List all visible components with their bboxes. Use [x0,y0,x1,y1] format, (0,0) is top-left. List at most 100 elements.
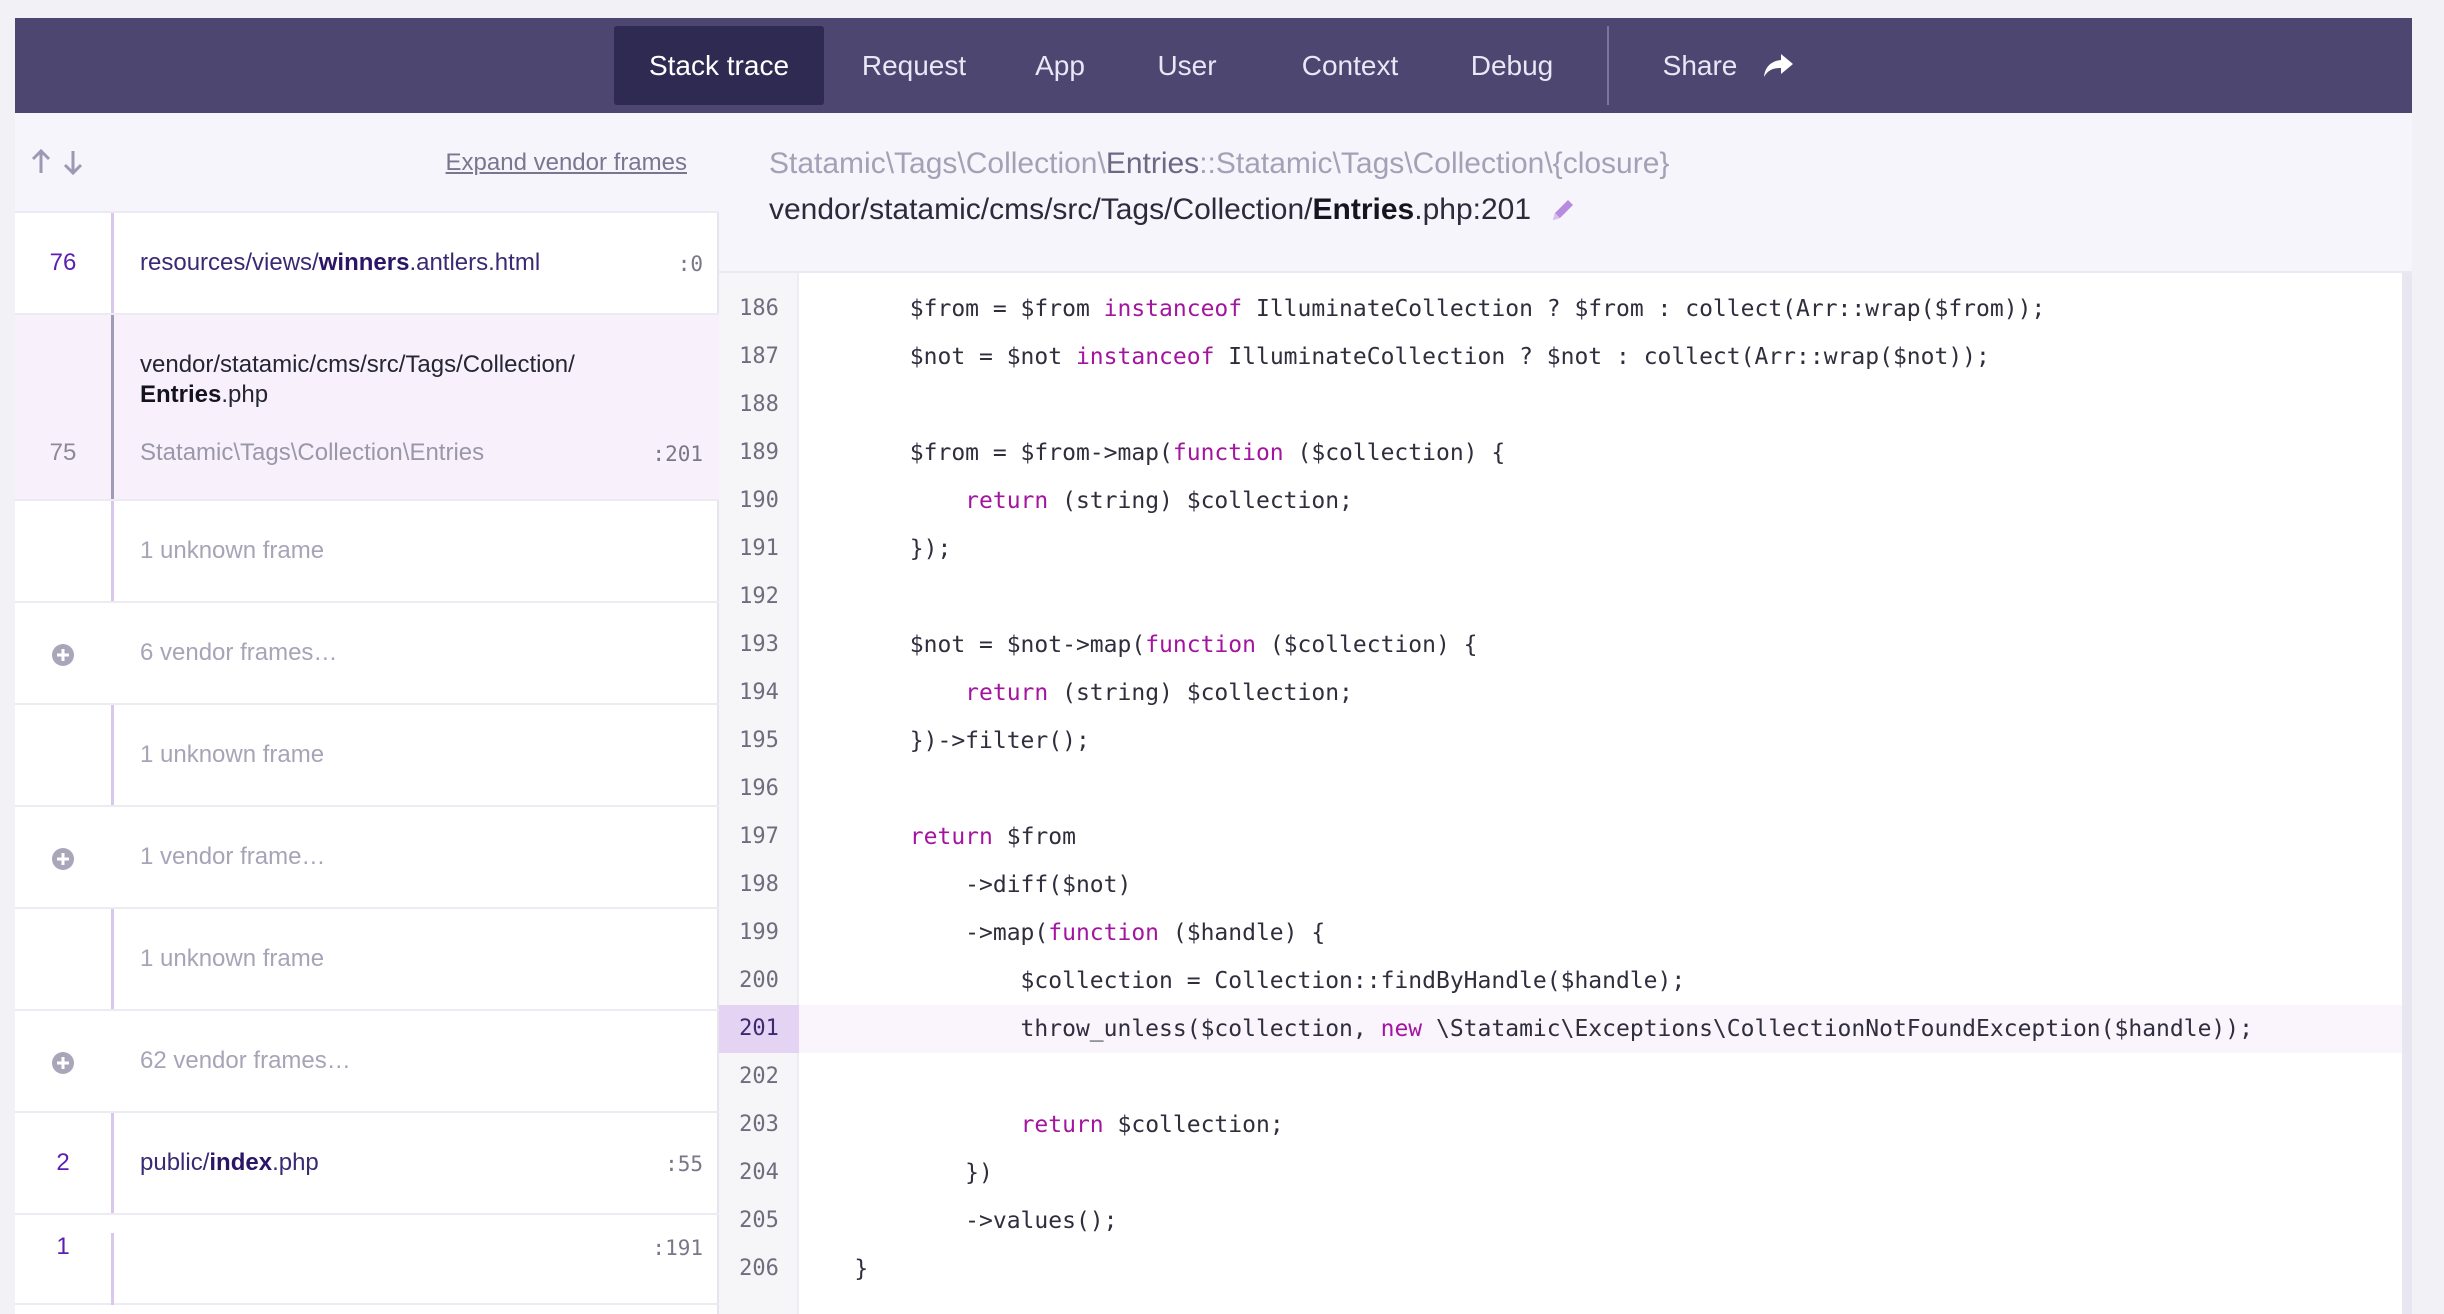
line-number: 205 [739,1208,779,1233]
unknown-frame: 1 unknown frame [15,501,719,603]
line-number: 194 [739,680,779,705]
frame-number: 1 [56,1233,70,1260]
code-line: $not = $not instanceof IlluminateCollect… [799,344,1990,370]
tab-request[interactable]: Request [844,26,984,105]
tab-debug[interactable]: Debug [1463,26,1561,105]
line-number-gutter: 186 187 188 189 190 191 192 193 194 195 196 197 198 1… [719,273,799,1314]
line-number: 206 [739,1256,779,1281]
code-line: return $from [909,824,1076,850]
line-number: 203 [739,1112,779,1137]
vendor-frames-group[interactable]: 1 vendor frame… [15,807,719,909]
plus-circle-icon[interactable] [51,847,75,871]
plus-circle-icon[interactable] [51,643,75,667]
frame-file-path: vendor/statamic/cms/src/Tags/Collection/… [769,193,1577,227]
unknown-frame-label: 1 unknown frame [140,537,325,564]
vendor-frames-label: 62 vendor frames… [140,1047,351,1074]
line-number: 198 [739,872,779,897]
tab-context[interactable]: Context [1285,26,1415,105]
line-number: 200 [739,968,779,993]
line-number: 197 [739,824,779,849]
code-line: ->values(); [799,1208,1118,1234]
stack-frame-76[interactable]: 76 resources/views/winners.antlers.html … [15,213,719,315]
plus-circle-icon[interactable] [51,1051,75,1075]
unknown-frame-label: 1 unknown frame [140,945,325,972]
frame-line: :191 [652,1236,703,1260]
line-number: 189 [739,440,779,465]
expand-vendor-frames-link[interactable]: Expand vendor frames [446,149,687,177]
stack-frame-1[interactable]: 1 :191 [15,1215,719,1305]
code-line: $collection = Collection::findByHandle($… [799,968,1686,994]
line-number: 195 [739,728,779,753]
frame-class: Statamic\Tags\Collection\Entries [140,439,485,466]
line-number: 191 [739,536,779,561]
code-line: ->map(function ($handle) { [799,920,1326,946]
frame-path-line2: Entries.php [140,381,269,408]
tab-user[interactable]: User [1145,26,1229,105]
stack-frames-panel: Expand vendor frames 76 resources/views/… [15,113,719,1314]
code-line: })->filter(); [799,728,1090,754]
code-line: $from = $from instanceof IlluminateColle… [799,296,2046,322]
line-number: 188 [739,392,779,417]
code-panel: Statamic\Tags\Collection\Entries::Statam… [719,113,2412,1314]
frame-path: resources/views/winners.antlers.html [140,249,541,276]
frame-number: 2 [56,1149,70,1176]
frame-header: Statamic\Tags\Collection\Entries::Statam… [719,113,2412,273]
tab-app[interactable]: App [1020,26,1100,105]
vendor-frames-label: 1 vendor frame… [140,843,326,870]
share-button[interactable]: Share [1649,26,1809,105]
code-scrollbar[interactable] [2402,273,2412,1314]
line-number: 202 [739,1064,779,1089]
unknown-frame: 1 unknown frame [15,705,719,807]
code-viewer[interactable]: $from = $from instanceof IlluminateColle… [799,273,2412,1314]
stack-frame-75-selected[interactable]: vendor/statamic/cms/src/Tags/Collection/… [15,315,719,501]
code-line: return $collection; [1020,1112,1284,1138]
line-number: 196 [739,776,779,801]
line-number: 204 [739,1160,779,1185]
frame-path-line1: vendor/statamic/cms/src/Tags/Collection/ [140,351,575,378]
code-line: $not = $not->map(function ($collection) … [799,632,1478,658]
vendor-frames-label: 6 vendor frames… [140,639,338,666]
line-number: 187 [739,344,779,369]
stack-header: Expand vendor frames [15,113,719,213]
unknown-frame-label: 1 unknown frame [140,741,325,768]
vendor-frames-group[interactable]: 62 vendor frames… [15,1011,719,1113]
arrow-down-icon[interactable] [61,147,85,177]
tab-bar: Stack trace Request App User Context Deb… [15,18,2412,113]
code-line: }) [799,1160,993,1186]
stack-frame-2[interactable]: 2 public/index.php :55 [15,1113,719,1215]
code-line: }); [799,536,952,562]
line-number: 193 [739,632,779,657]
arrow-up-icon[interactable] [29,147,53,177]
frame-path: public/index.php [140,1149,319,1176]
unknown-frame: 1 unknown frame [15,909,719,1011]
frame-line: :0 [677,252,703,276]
code-line: ->diff($not) [799,872,1132,898]
frame-number: 75 [49,439,77,466]
code-line: return (string) $collection; [965,488,1353,514]
app-window: Stack trace Request App User Context Deb… [15,18,2412,1314]
frame-number: 76 [49,249,77,276]
tabs-divider [1607,26,1609,105]
line-number: 186 [739,296,779,321]
line-number: 199 [739,920,779,945]
share-label: Share [1662,49,1738,81]
code-line: } [799,1256,869,1282]
frame-line: :55 [665,1152,703,1176]
line-number: 190 [739,488,779,513]
frame-line: :201 [652,442,703,466]
frame-class-name: Statamic\Tags\Collection\Entries::Statam… [769,147,1670,180]
code-line: $from = $from->map(function ($collection… [799,440,1506,466]
share-icon [1764,53,1794,77]
frame-bar [111,315,114,499]
line-number: 201 [719,1005,799,1053]
code-line: return (string) $collection; [965,680,1353,706]
vendor-frames-group[interactable]: 6 vendor frames… [15,603,719,705]
code-line-highlighted: throw_unless($collection, new \Statamic\… [799,1005,2402,1053]
tab-stack-trace[interactable]: Stack trace [614,26,824,105]
pencil-icon[interactable] [1549,196,1577,224]
frame-bar [111,213,114,313]
